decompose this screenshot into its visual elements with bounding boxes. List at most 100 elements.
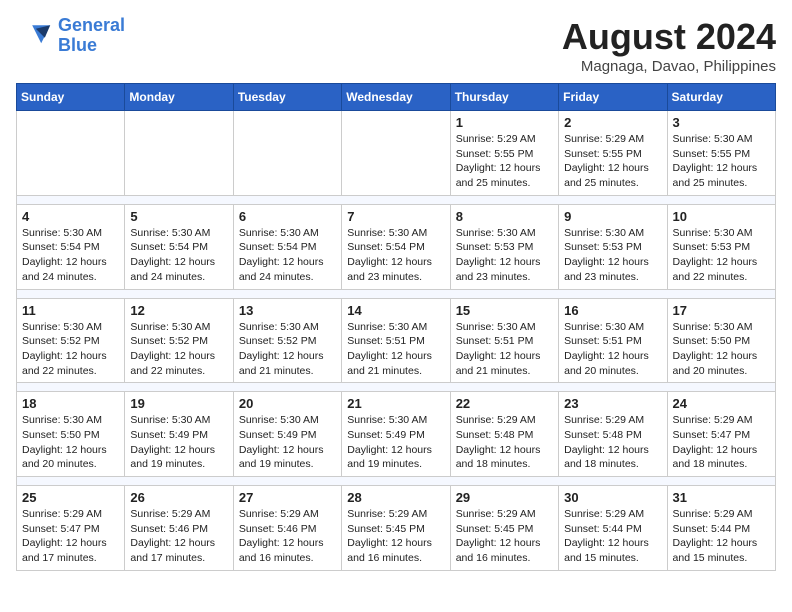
day-info: Sunrise: 5:30 AM Sunset: 5:52 PM Dayligh… (22, 320, 119, 379)
week-divider (17, 477, 776, 486)
location: Magnaga, Davao, Philippines (562, 58, 776, 75)
day-info: Sunrise: 5:29 AM Sunset: 5:48 PM Dayligh… (456, 413, 553, 472)
calendar-cell: 3Sunrise: 5:30 AM Sunset: 5:55 PM Daylig… (667, 111, 775, 196)
day-info: Sunrise: 5:29 AM Sunset: 5:45 PM Dayligh… (347, 507, 444, 566)
day-info: Sunrise: 5:30 AM Sunset: 5:49 PM Dayligh… (130, 413, 227, 472)
logo-text: General Blue (58, 16, 125, 56)
calendar-cell: 17 Sunrise: 5:30 AM Sunset: 5:50 PM Dayli… (667, 298, 775, 383)
calendar-cell: 15Sunrise: 5:30 AM Sunset: 5:51 PM Dayli… (450, 298, 558, 383)
day-info: Sunrise: 5:29 AM Sunset: 5:44 PM Dayligh… (564, 507, 661, 566)
calendar-cell: 1Sunrise: 5:29 AM Sunset: 5:55 PM Daylig… (450, 111, 558, 196)
day-number: 22 (456, 396, 553, 411)
day-info: Sunrise: 5:29 AM Sunset: 5:47 PM Dayligh… (673, 413, 770, 472)
day-number: 11 (22, 303, 119, 318)
day-info: Sunrise: 5:30 AM Sunset: 5:54 PM Dayligh… (347, 226, 444, 285)
day-info: Sunrise: 5:29 AM Sunset: 5:47 PM Dayligh… (22, 507, 119, 566)
day-info: Sunrise: 5:30 AM Sunset: 5:50 PM Dayligh… (673, 320, 770, 379)
calendar-cell: 28 Sunrise: 5:29 AM Sunset: 5:45 PM Dayli… (342, 486, 450, 571)
day-info: Sunrise: 5:29 AM Sunset: 5:48 PM Dayligh… (564, 413, 661, 472)
calendar-cell: 19 Sunrise: 5:30 AM Sunset: 5:49 PM Dayli… (125, 392, 233, 477)
day-number: 19 (130, 396, 227, 411)
calendar-cell: 18 Sunrise: 5:30 AM Sunset: 5:50 PM Dayli… (17, 392, 125, 477)
calendar-cell: 23 Sunrise: 5:29 AM Sunset: 5:48 PM Dayli… (559, 392, 667, 477)
calendar-cell (17, 111, 125, 196)
logo-icon (16, 18, 52, 54)
calendar-cell: 21Sunrise: 5:30 AM Sunset: 5:49 PM Dayli… (342, 392, 450, 477)
day-number: 3 (673, 115, 770, 130)
calendar-cell: 22 Sunrise: 5:29 AM Sunset: 5:48 PM Dayli… (450, 392, 558, 477)
day-number: 27 (239, 490, 336, 505)
calendar-cell: 2 Sunrise: 5:29 AM Sunset: 5:55 PM Daylig… (559, 111, 667, 196)
day-number: 20 (239, 396, 336, 411)
day-info: Sunrise: 5:29 AM Sunset: 5:46 PM Dayligh… (239, 507, 336, 566)
calendar-cell: 8Sunrise: 5:30 AM Sunset: 5:53 PM Daylig… (450, 204, 558, 289)
day-number: 17 (673, 303, 770, 318)
calendar-cell: 9Sunrise: 5:30 AM Sunset: 5:53 PM Daylig… (559, 204, 667, 289)
divider-cell (17, 289, 776, 298)
calendar-cell: 20 Sunrise: 5:30 AM Sunset: 5:49 PM Dayli… (233, 392, 341, 477)
calendar-cell (125, 111, 233, 196)
calendar-cell: 4Sunrise: 5:30 AM Sunset: 5:54 PM Daylig… (17, 204, 125, 289)
calendar-cell: 24 Sunrise: 5:29 AM Sunset: 5:47 PM Dayli… (667, 392, 775, 477)
day-info: Sunrise: 5:30 AM Sunset: 5:49 PM Dayligh… (239, 413, 336, 472)
week-divider (17, 289, 776, 298)
weekday-header: Thursday (450, 84, 558, 111)
day-info: Sunrise: 5:30 AM Sunset: 5:52 PM Dayligh… (130, 320, 227, 379)
day-number: 24 (673, 396, 770, 411)
day-number: 26 (130, 490, 227, 505)
day-number: 16 (564, 303, 661, 318)
calendar-week-row: 18 Sunrise: 5:30 AM Sunset: 5:50 PM Dayli… (17, 392, 776, 477)
calendar-header: SundayMondayTuesdayWednesdayThursdayFrid… (17, 84, 776, 111)
day-number: 23 (564, 396, 661, 411)
calendar-cell: 25 Sunrise: 5:29 AM Sunset: 5:47 PM Dayli… (17, 486, 125, 571)
calendar-cell: 12Sunrise: 5:30 AM Sunset: 5:52 PM Dayli… (125, 298, 233, 383)
calendar-week-row: 4Sunrise: 5:30 AM Sunset: 5:54 PM Daylig… (17, 204, 776, 289)
calendar-cell: 30Sunrise: 5:29 AM Sunset: 5:44 PM Dayli… (559, 486, 667, 571)
day-info: Sunrise: 5:30 AM Sunset: 5:51 PM Dayligh… (456, 320, 553, 379)
week-divider (17, 383, 776, 392)
calendar-cell: 26Sunrise: 5:29 AM Sunset: 5:46 PM Dayli… (125, 486, 233, 571)
day-info: Sunrise: 5:29 AM Sunset: 5:55 PM Dayligh… (564, 132, 661, 191)
day-info: Sunrise: 5:29 AM Sunset: 5:55 PM Dayligh… (456, 132, 553, 191)
divider-cell (17, 477, 776, 486)
calendar-cell: 5 Sunrise: 5:30 AM Sunset: 5:54 PM Daylig… (125, 204, 233, 289)
day-info: Sunrise: 5:30 AM Sunset: 5:52 PM Dayligh… (239, 320, 336, 379)
calendar-cell: 10Sunrise: 5:30 AM Sunset: 5:53 PM Dayli… (667, 204, 775, 289)
day-number: 14 (347, 303, 444, 318)
day-info: Sunrise: 5:30 AM Sunset: 5:53 PM Dayligh… (673, 226, 770, 285)
calendar-cell: 7Sunrise: 5:30 AM Sunset: 5:54 PM Daylig… (342, 204, 450, 289)
weekday-header: Monday (125, 84, 233, 111)
day-number: 31 (673, 490, 770, 505)
day-info: Sunrise: 5:30 AM Sunset: 5:50 PM Dayligh… (22, 413, 119, 472)
day-number: 2 (564, 115, 661, 130)
day-number: 21 (347, 396, 444, 411)
calendar-cell (342, 111, 450, 196)
day-number: 25 (22, 490, 119, 505)
calendar-cell: 27 Sunrise: 5:29 AM Sunset: 5:46 PM Dayli… (233, 486, 341, 571)
weekday-header: Sunday (17, 84, 125, 111)
day-number: 8 (456, 209, 553, 224)
divider-cell (17, 195, 776, 204)
day-info: Sunrise: 5:30 AM Sunset: 5:54 PM Dayligh… (130, 226, 227, 285)
day-number: 18 (22, 396, 119, 411)
calendar: SundayMondayTuesdayWednesdayThursdayFrid… (16, 83, 776, 571)
calendar-cell: 13Sunrise: 5:30 AM Sunset: 5:52 PM Dayli… (233, 298, 341, 383)
week-divider (17, 195, 776, 204)
weekday-header: Tuesday (233, 84, 341, 111)
divider-cell (17, 383, 776, 392)
calendar-cell: 31Sunrise: 5:29 AM Sunset: 5:44 PM Dayli… (667, 486, 775, 571)
day-info: Sunrise: 5:30 AM Sunset: 5:51 PM Dayligh… (347, 320, 444, 379)
weekday-header: Wednesday (342, 84, 450, 111)
weekday-header: Friday (559, 84, 667, 111)
calendar-cell: 11 Sunrise: 5:30 AM Sunset: 5:52 PM Dayli… (17, 298, 125, 383)
title-block: August 2024 Magnaga, Davao, Philippines (562, 16, 776, 75)
day-number: 5 (130, 209, 227, 224)
day-info: Sunrise: 5:30 AM Sunset: 5:54 PM Dayligh… (239, 226, 336, 285)
calendar-cell (233, 111, 341, 196)
day-number: 28 (347, 490, 444, 505)
day-info: Sunrise: 5:30 AM Sunset: 5:51 PM Dayligh… (564, 320, 661, 379)
page-header: General Blue August 2024 Magnaga, Davao,… (16, 16, 776, 75)
day-info: Sunrise: 5:29 AM Sunset: 5:45 PM Dayligh… (456, 507, 553, 566)
logo: General Blue (16, 16, 125, 56)
calendar-week-row: 25 Sunrise: 5:29 AM Sunset: 5:47 PM Dayli… (17, 486, 776, 571)
